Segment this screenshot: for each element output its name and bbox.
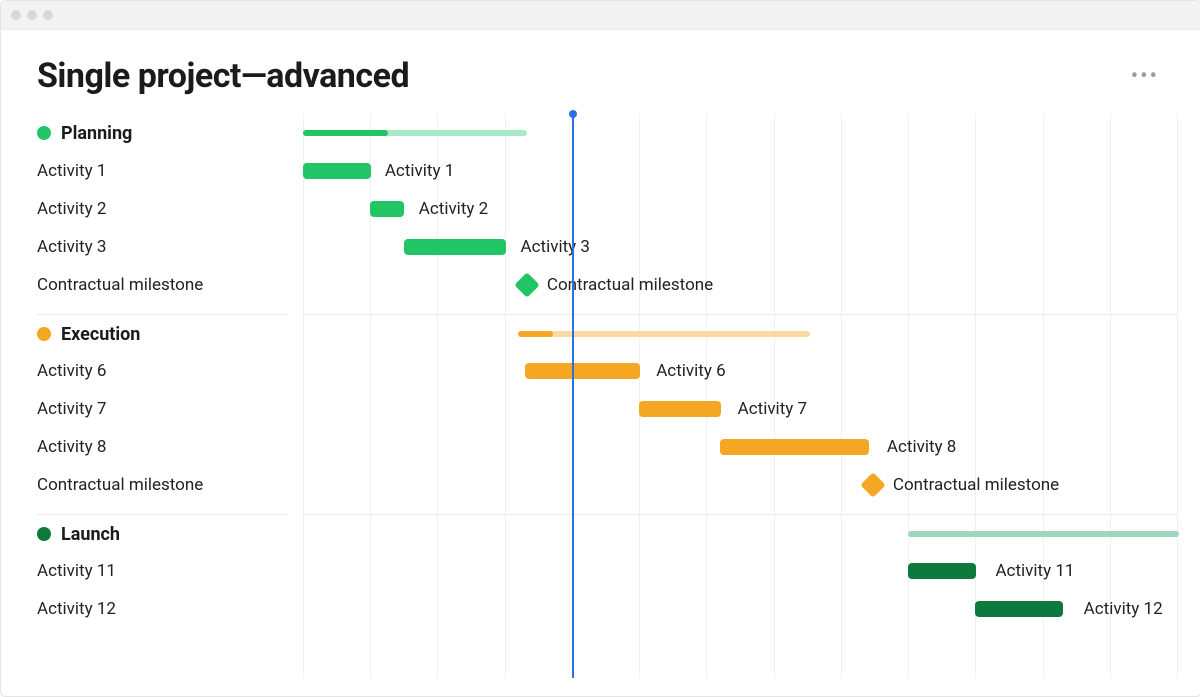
task-label: Contractual milestone — [37, 466, 287, 504]
milestone-diamond-icon[interactable] — [860, 472, 885, 497]
task-label: Activity 6 — [37, 352, 287, 390]
task-bar-label: Activity 6 — [656, 361, 725, 381]
task-label: Activity 1 — [37, 152, 287, 190]
gantt-chart: PlanningActivity 1Activity 2Activity 3Co… — [5, 114, 1197, 678]
task-label: Activity 11 — [37, 552, 287, 590]
task-bar[interactable] — [303, 163, 371, 179]
task-bar[interactable] — [720, 439, 869, 455]
task-bar[interactable] — [908, 563, 976, 579]
group-name: Planning — [61, 123, 132, 144]
group-color-dot-icon — [37, 527, 51, 541]
task-bar-label: Activity 3 — [521, 237, 590, 257]
group-name: Launch — [61, 524, 120, 545]
group-progress-bar — [518, 331, 553, 337]
task-bar-label: Activity 1 — [385, 161, 454, 181]
task-bar-label: Activity 11 — [995, 561, 1074, 581]
group-summary-bar[interactable] — [518, 331, 810, 337]
group-header[interactable]: Launch — [37, 514, 287, 553]
task-label: Activity 7 — [37, 390, 287, 428]
window-dot-icon — [11, 10, 21, 20]
more-menu-button[interactable]: ••• — [1125, 58, 1165, 95]
task-label: Activity 2 — [37, 190, 287, 228]
task-label: Activity 3 — [37, 228, 287, 266]
task-bar-label: Activity 8 — [887, 437, 956, 457]
group-summary-bar[interactable] — [908, 531, 1179, 537]
task-bar-label: Activity 2 — [419, 199, 488, 219]
task-bar[interactable] — [370, 201, 404, 217]
page-header: Single project—advanced ••• — [1, 30, 1200, 106]
app-window: Single project—advanced ••• Planning Acti… — [0, 0, 1200, 697]
timeline-area[interactable]: Activity 1 Activity 2 Activity 3 Contractua… — [303, 114, 1177, 678]
group-name: Execution — [61, 324, 140, 345]
window-dot-icon — [43, 10, 53, 20]
group-header[interactable]: Execution — [37, 314, 287, 353]
milestone-diamond-icon[interactable] — [514, 272, 539, 297]
task-label: Activity 12 — [37, 590, 287, 628]
group-progress-bar — [303, 130, 388, 136]
task-label: Activity 8 — [37, 428, 287, 466]
group-header[interactable]: Planning — [37, 114, 287, 152]
grid-line — [1177, 114, 1178, 678]
task-bar[interactable] — [404, 239, 506, 255]
task-bar-label: Activity 12 — [1084, 599, 1163, 619]
window-dot-icon — [27, 10, 37, 20]
task-label: Contractual milestone — [37, 266, 287, 304]
today-marker — [572, 114, 574, 678]
group-color-dot-icon — [37, 327, 51, 341]
group-color-dot-icon — [37, 126, 51, 140]
milestone-label: Contractual milestone — [893, 475, 1059, 495]
task-bar[interactable] — [525, 363, 640, 379]
window-controls — [11, 10, 53, 20]
today-marker-dot-icon — [569, 110, 577, 118]
titlebar — [1, 1, 1200, 30]
task-bar-label: Activity 7 — [738, 399, 807, 419]
task-bar[interactable] — [639, 401, 720, 417]
page-title: Single project—advanced — [37, 56, 409, 96]
task-bar[interactable] — [975, 601, 1063, 617]
